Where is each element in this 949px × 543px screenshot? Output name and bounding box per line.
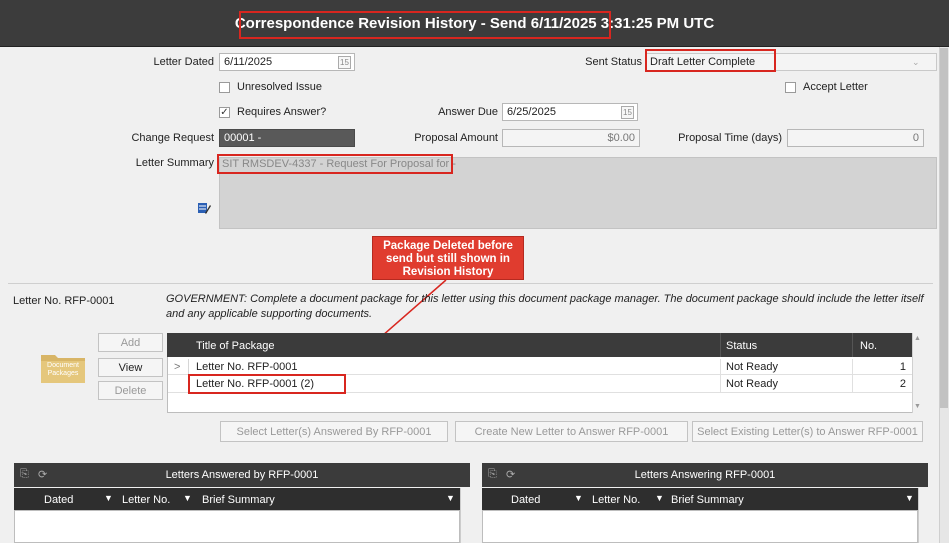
- change-request-field[interactable]: 00001 -: [219, 129, 355, 147]
- view-package-button[interactable]: View: [98, 358, 163, 377]
- filter-icon[interactable]: ▼: [905, 493, 914, 503]
- answer-due-field[interactable]: 6/25/2025: [502, 103, 638, 121]
- column-header-letter-no[interactable]: Letter No.: [588, 493, 640, 507]
- scroll-up-icon[interactable]: ▲: [914, 335, 921, 342]
- sent-status-label: Sent Status: [585, 56, 642, 68]
- calendar-icon[interactable]: 15: [621, 106, 634, 119]
- package-grid-header: [167, 333, 912, 357]
- column-divider: [720, 359, 721, 393]
- column-header-letter-no[interactable]: Letter No.: [118, 493, 170, 507]
- sent-status-select[interactable]: Draft Letter Complete: [645, 53, 937, 71]
- column-header-no[interactable]: No.: [856, 339, 877, 353]
- package-title-cell[interactable]: Letter No. RFP-0001: [192, 360, 298, 374]
- answered-by-panel-header: Letters Answered by RFP-0001: [14, 463, 470, 487]
- answer-due-label: Answer Due: [438, 106, 498, 118]
- scroll-down-icon[interactable]: ▼: [914, 403, 921, 410]
- create-new-letter-button[interactable]: Create New Letter to Answer RFP-0001: [455, 421, 688, 442]
- letter-summary-label: Letter Summary: [135, 157, 214, 169]
- export-icon[interactable]: ⎘: [488, 468, 497, 481]
- grid-scrollbar[interactable]: [912, 333, 923, 413]
- filter-icon[interactable]: ▼: [446, 493, 455, 503]
- row-indicator: >: [174, 361, 181, 373]
- package-instructions: GOVERNMENT: Complete a document package …: [166, 293, 924, 320]
- letter-summary-text: SIT RMSDEV-4337 - Request For Proposal f…: [222, 158, 456, 170]
- accept-letter-checkbox[interactable]: [785, 82, 796, 93]
- requires-answer-label: Requires Answer?: [237, 106, 327, 118]
- select-existing-letters-button[interactable]: Select Existing Letter(s) to Answer RFP-…: [692, 421, 923, 442]
- letter-number-label: Letter No. RFP-0001: [13, 295, 115, 307]
- column-divider: [852, 359, 853, 393]
- change-request-label: Change Request: [131, 132, 214, 144]
- export-icon[interactable]: ⎘: [20, 468, 29, 481]
- answered-by-grid-body: [14, 510, 460, 543]
- package-status-cell[interactable]: Not Ready: [722, 360, 778, 374]
- letter-dated-field[interactable]: 6/11/2025: [219, 53, 355, 71]
- select-answered-letters-button[interactable]: Select Letter(s) Answered By RFP-0001: [220, 421, 448, 442]
- proposal-time-label: Proposal Time (days): [678, 132, 782, 144]
- requires-answer-checkbox[interactable]: ✓: [219, 107, 230, 118]
- column-header-brief-summary[interactable]: Brief Summary: [198, 493, 275, 507]
- column-header-brief-summary[interactable]: Brief Summary: [667, 493, 744, 507]
- delete-package-button[interactable]: Delete: [98, 381, 163, 400]
- calendar-icon[interactable]: 15: [338, 56, 351, 69]
- column-divider: [720, 333, 721, 357]
- unresolved-issue-checkbox[interactable]: [219, 82, 230, 93]
- answering-title: Letters Answering RFP-0001: [634, 469, 776, 481]
- section-divider: [8, 283, 933, 284]
- proposal-amount-field[interactable]: $0.00: [502, 129, 640, 147]
- chevron-down-icon[interactable]: ⌄: [912, 57, 920, 68]
- filter-icon[interactable]: ▼: [183, 493, 192, 503]
- package-status-cell[interactable]: Not Ready: [722, 377, 778, 391]
- filter-icon[interactable]: ▼: [655, 493, 664, 503]
- letter-dated-label: Letter Dated: [153, 56, 214, 68]
- sent-status-value: Draft Letter Complete: [650, 56, 756, 68]
- column-divider: [852, 333, 853, 357]
- answering-grid-body: [482, 510, 918, 543]
- filter-icon[interactable]: ▼: [104, 493, 113, 503]
- edit-notes-icon[interactable]: [197, 201, 211, 215]
- column-header-dated[interactable]: Dated: [40, 493, 73, 507]
- accept-letter-label: Accept Letter: [803, 81, 868, 93]
- refresh-icon[interactable]: ⟳: [38, 468, 47, 481]
- unresolved-issue-label: Unresolved Issue: [237, 81, 322, 93]
- package-title-cell[interactable]: Letter No. RFP-0001 (2): [192, 377, 314, 391]
- refresh-icon[interactable]: ⟳: [506, 468, 515, 481]
- document-packages-label: Document Packages: [47, 362, 79, 377]
- proposal-amount-label: Proposal Amount: [414, 132, 498, 144]
- answered-by-title: Letters Answered by RFP-0001: [165, 469, 319, 481]
- window-title: Correspondence Revision History - Send 6…: [234, 15, 715, 32]
- package-number-cell[interactable]: 1: [856, 360, 908, 374]
- column-header-title[interactable]: Title of Package: [192, 339, 274, 353]
- annotation-callout: Package Deleted before send but still sh…: [372, 236, 524, 280]
- filter-icon[interactable]: ▼: [574, 493, 583, 503]
- column-header-status[interactable]: Status: [722, 339, 757, 353]
- package-number-cell[interactable]: 2: [856, 377, 908, 391]
- page-scrollbar-thumb[interactable]: [940, 48, 948, 408]
- answering-scrollbar[interactable]: [918, 488, 928, 543]
- add-package-button[interactable]: Add: [98, 333, 163, 352]
- column-header-dated[interactable]: Dated: [507, 493, 540, 507]
- answering-panel-header: Letters Answering RFP-0001: [482, 463, 928, 487]
- proposal-time-field[interactable]: 0: [787, 129, 924, 147]
- answered-by-scrollbar[interactable]: [460, 488, 470, 543]
